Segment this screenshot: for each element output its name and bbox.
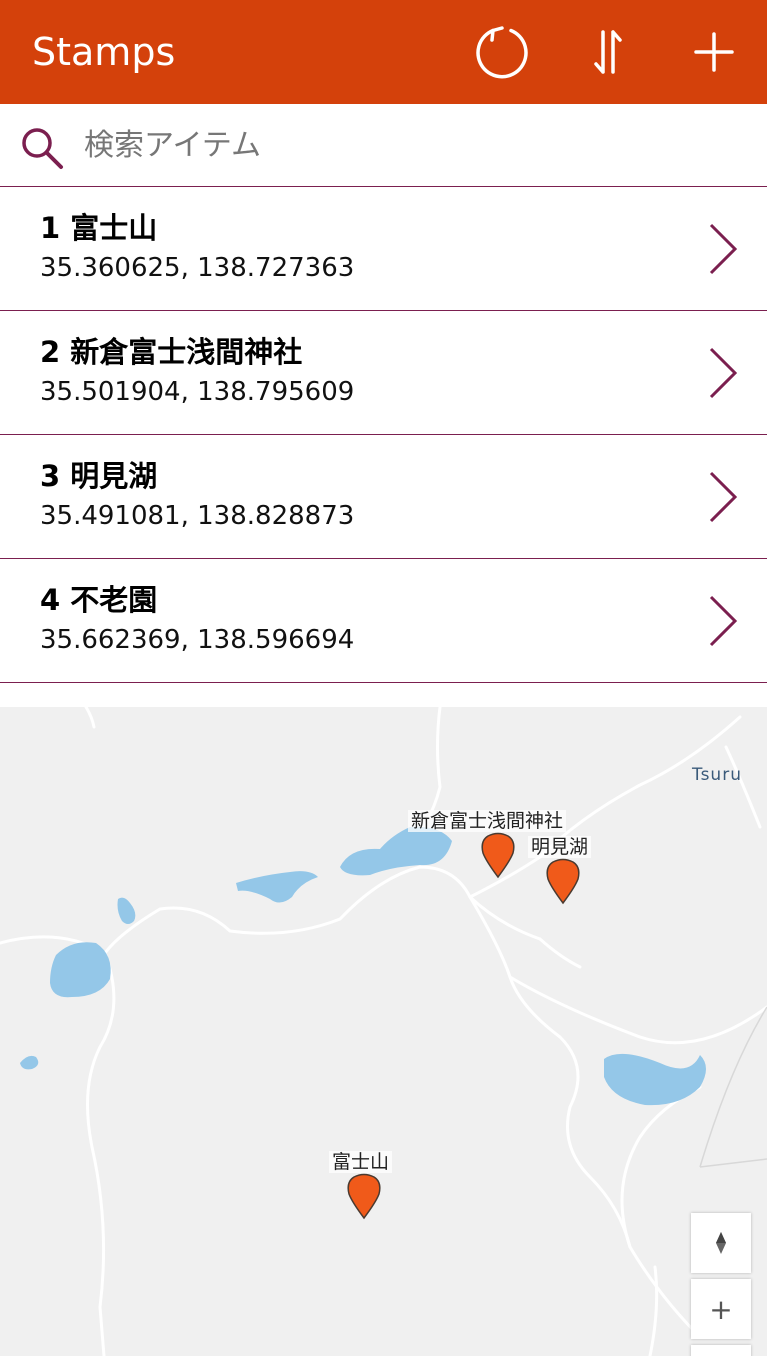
map-marker-label: 明見湖	[528, 836, 592, 858]
list-item[interactable]: 3 明見湖 35.491081, 138.828873	[0, 435, 767, 559]
map-marker[interactable]	[545, 857, 581, 905]
list-item-coords: 35.360625, 138.727363	[40, 253, 355, 283]
city-label-tsuru: Tsuru	[692, 765, 742, 785]
compass-icon	[716, 1232, 726, 1254]
list-item-title: 4 不老園	[40, 583, 158, 617]
map-pin-icon	[481, 832, 515, 879]
chevron-right-icon[interactable]	[707, 345, 741, 401]
list-item[interactable]: 2 新倉富士浅間神社 35.501904, 138.795609	[0, 311, 767, 435]
list-item-coords: 35.491081, 138.828873	[40, 501, 355, 531]
sort-button[interactable]	[578, 22, 638, 82]
sort-icon	[594, 30, 622, 74]
stamp-list: 1 富士山 35.360625, 138.727363 2 新倉富士浅間神社 3…	[0, 187, 767, 683]
list-item-coords: 35.501904, 138.795609	[40, 377, 355, 407]
list-item-title: 3 明見湖	[40, 459, 158, 493]
map-marker[interactable]	[346, 1172, 382, 1220]
search-input[interactable]	[84, 122, 724, 168]
map-marker-label: 富士山	[329, 1151, 393, 1173]
map-pin-icon	[546, 858, 580, 905]
list-item-coords: 35.662369, 138.596694	[40, 625, 355, 655]
compass-button[interactable]	[691, 1213, 751, 1273]
map-base-layer	[0, 707, 767, 1356]
chevron-right-icon[interactable]	[707, 221, 741, 277]
add-icon	[694, 32, 734, 72]
search-icon	[22, 128, 63, 169]
zoom-in-button[interactable]: +	[691, 1279, 751, 1339]
list-item-title: 1 富士山	[40, 211, 158, 245]
refresh-icon	[476, 26, 528, 79]
list-item-title: 2 新倉富士浅間神社	[40, 335, 303, 369]
chevron-right-icon[interactable]	[707, 469, 741, 525]
zoom-out-button[interactable]	[691, 1345, 751, 1356]
add-button[interactable]	[684, 22, 744, 82]
map-marker[interactable]	[480, 831, 516, 879]
page-title: Stamps	[32, 30, 176, 74]
map-view[interactable]: Tsuru 新倉富士浅間神社 明見湖 富士山 +	[0, 707, 767, 1356]
app-header: Stamps	[0, 0, 767, 104]
search-bar	[0, 104, 767, 187]
map-pin-icon	[347, 1173, 381, 1220]
chevron-right-icon[interactable]	[707, 593, 741, 649]
list-item[interactable]: 1 富士山 35.360625, 138.727363	[0, 187, 767, 311]
refresh-button[interactable]	[472, 22, 532, 82]
map-marker-label: 新倉富士浅間神社	[408, 810, 567, 832]
list-item[interactable]: 4 不老園 35.662369, 138.596694	[0, 559, 767, 683]
app-root: Stamps 1 富士山 3	[0, 0, 767, 1356]
